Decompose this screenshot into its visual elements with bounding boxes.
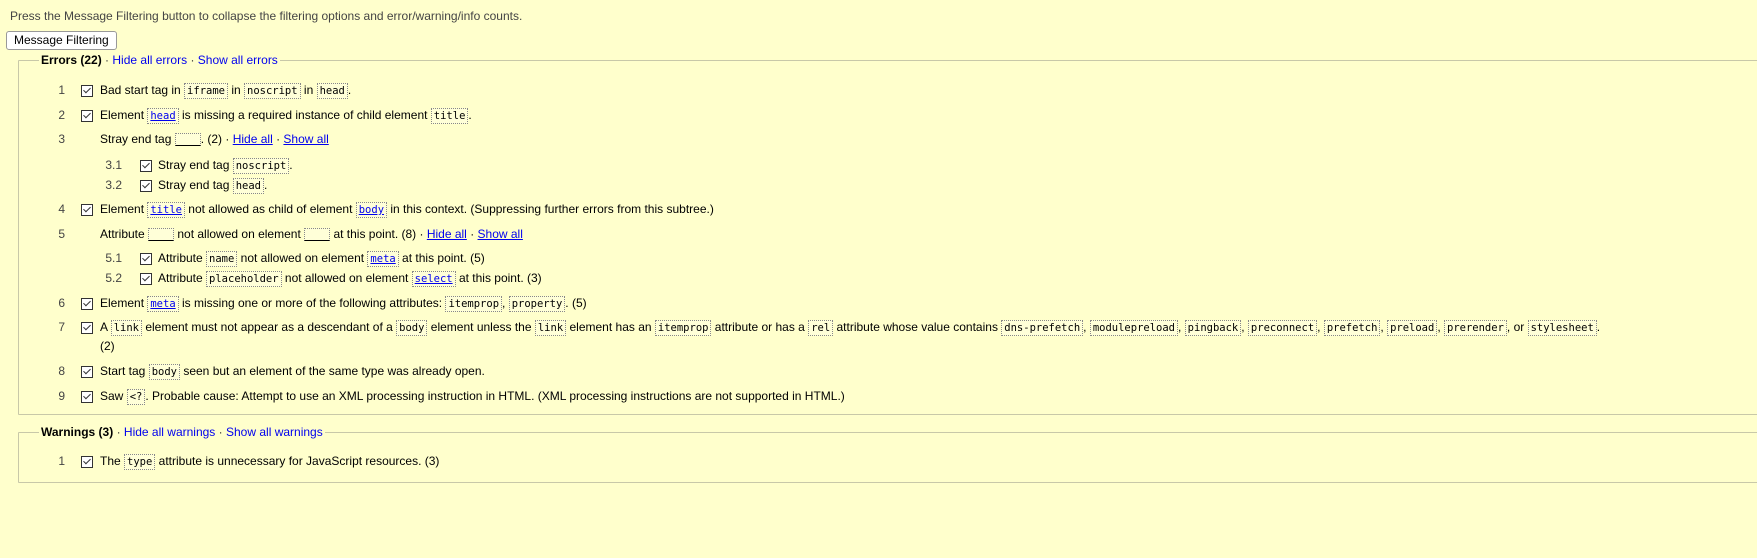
code-token: noscript bbox=[244, 83, 301, 99]
message-number: 8 bbox=[58, 364, 65, 378]
checkbox[interactable] bbox=[81, 322, 93, 334]
message-text: Bad start tag in iframe in noscript in h… bbox=[100, 83, 352, 99]
message-text: Attribute not allowed on element at this… bbox=[100, 227, 523, 242]
hide-all-warnings-link[interactable]: Hide all warnings bbox=[124, 425, 215, 439]
show-all-link[interactable]: Show all bbox=[478, 227, 523, 241]
code-token: body bbox=[148, 364, 180, 380]
code-token: prefetch bbox=[1323, 320, 1381, 336]
message-number: 7 bbox=[58, 320, 65, 334]
message-number: 3.2 bbox=[105, 178, 122, 192]
separator: · bbox=[105, 53, 110, 67]
hide-all-link[interactable]: Hide all bbox=[233, 132, 273, 146]
message-text: A link element must not appear as a desc… bbox=[100, 320, 1601, 336]
code-token: <? bbox=[126, 389, 146, 405]
element-link[interactable]: select bbox=[411, 271, 456, 287]
message-text: Element head is missing a required insta… bbox=[100, 108, 472, 124]
code-token: title bbox=[430, 108, 469, 124]
element-link[interactable]: meta bbox=[367, 251, 399, 267]
message-text: Attribute placeholder not allowed on ele… bbox=[158, 271, 542, 287]
placeholder-token bbox=[174, 133, 201, 147]
message-text: Start tag body seen but an element of th… bbox=[100, 364, 485, 380]
placeholder-token bbox=[304, 228, 331, 242]
checkbox[interactable] bbox=[81, 366, 93, 378]
code-token: name bbox=[206, 251, 238, 267]
message-number: 5.1 bbox=[105, 251, 122, 265]
separator: · bbox=[218, 425, 223, 439]
element-link[interactable]: head bbox=[147, 108, 179, 124]
message-number: 3.1 bbox=[105, 158, 122, 172]
errors-legend: Errors (22) · Hide all errors · Show all… bbox=[39, 53, 280, 67]
code-token: head bbox=[232, 178, 265, 194]
message-text: Element meta is missing one or more of t… bbox=[100, 296, 587, 312]
placeholder-token bbox=[148, 228, 175, 242]
show-all-warnings-link[interactable]: Show all warnings bbox=[226, 425, 323, 439]
message-text: Saw <?. Probable cause: Attempt to use a… bbox=[100, 389, 845, 405]
separator: · bbox=[116, 425, 121, 439]
hide-all-link[interactable]: Hide all bbox=[427, 227, 467, 241]
show-all-link[interactable]: Show all bbox=[283, 132, 328, 146]
checkbox[interactable] bbox=[140, 180, 152, 192]
message-number: 6 bbox=[58, 296, 65, 310]
separator: · bbox=[190, 53, 195, 67]
checkbox[interactable] bbox=[81, 110, 93, 122]
checkbox[interactable] bbox=[140, 273, 152, 285]
warnings-title: Warnings (3) bbox=[41, 425, 114, 439]
message-number: 5.2 bbox=[105, 271, 122, 285]
code-token: iframe bbox=[184, 83, 228, 99]
code-token: link bbox=[534, 320, 567, 336]
code-token: type bbox=[124, 454, 156, 470]
message-number: 4 bbox=[58, 202, 65, 216]
message-number: 1 bbox=[58, 83, 65, 97]
code-token: placeholder bbox=[206, 271, 282, 287]
code-token: head bbox=[316, 83, 348, 99]
message-number: 1 bbox=[58, 454, 65, 468]
message-text: Element title not allowed as child of el… bbox=[100, 202, 714, 218]
filtering-hint: Press the Message Filtering button to co… bbox=[10, 9, 523, 23]
element-link[interactable]: meta bbox=[147, 296, 179, 312]
code-token: rel bbox=[808, 320, 834, 336]
message-text: Stray end tag . (2) · Hide all · Show al… bbox=[100, 132, 329, 147]
message-filtering-button[interactable]: Message Filtering bbox=[6, 31, 117, 50]
element-link[interactable]: title bbox=[147, 202, 185, 218]
code-token: pingback bbox=[1184, 320, 1242, 336]
message-text: Stray end tag noscript. bbox=[158, 158, 293, 174]
checkbox[interactable] bbox=[81, 456, 93, 468]
message-continuation: (2) bbox=[100, 339, 115, 353]
code-token: modulepreload bbox=[1089, 320, 1178, 336]
message-text: The type attribute is unnecessary for Ja… bbox=[100, 454, 440, 470]
code-token: stylesheet bbox=[1527, 320, 1597, 336]
code-token: body bbox=[396, 320, 428, 336]
message-number: 2 bbox=[58, 108, 65, 122]
code-token: dns-prefetch bbox=[1001, 320, 1084, 336]
checkbox[interactable] bbox=[81, 85, 93, 97]
checkbox[interactable] bbox=[140, 253, 152, 265]
code-token: prerender bbox=[1444, 320, 1507, 336]
code-token: link bbox=[110, 320, 142, 336]
message-number: 3 bbox=[58, 132, 65, 146]
code-token: itemprop bbox=[654, 320, 712, 336]
message-text: Stray end tag head. bbox=[158, 178, 268, 194]
message-number: 5 bbox=[58, 227, 65, 241]
code-token: noscript bbox=[232, 158, 290, 174]
message-text: Attribute name not allowed on element me… bbox=[158, 251, 485, 267]
show-all-errors-link[interactable]: Show all errors bbox=[198, 53, 278, 67]
checkbox[interactable] bbox=[140, 160, 152, 172]
message-number: 9 bbox=[58, 389, 65, 403]
hide-all-errors-link[interactable]: Hide all errors bbox=[112, 53, 187, 67]
checkbox[interactable] bbox=[81, 391, 93, 403]
code-token: property bbox=[508, 296, 566, 312]
element-link[interactable]: body bbox=[355, 202, 388, 218]
code-token: preload bbox=[1387, 320, 1438, 336]
errors-title: Errors (22) bbox=[41, 53, 102, 67]
checkbox[interactable] bbox=[81, 298, 93, 310]
warnings-legend: Warnings (3) · Hide all warnings · Show … bbox=[39, 425, 325, 439]
code-token: itemprop bbox=[445, 296, 503, 312]
checkbox[interactable] bbox=[81, 204, 93, 216]
code-token: preconnect bbox=[1247, 320, 1318, 336]
